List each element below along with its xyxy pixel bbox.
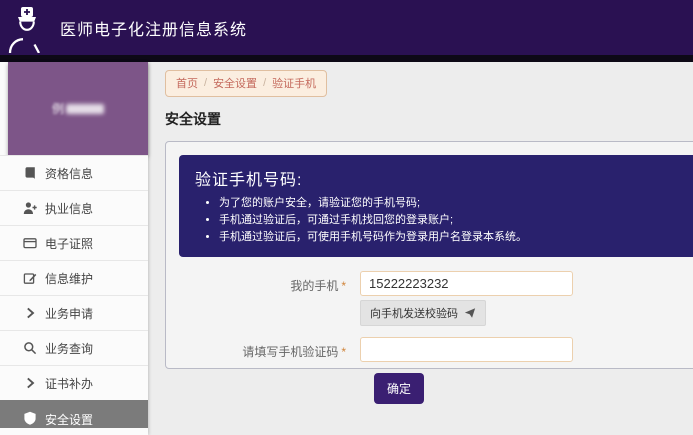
breadcrumb-separator: /: [263, 77, 266, 89]
sidebar-item-label: 资格信息: [45, 165, 93, 182]
code-label: 请填写手机验证码*: [179, 337, 360, 362]
notice-bullet: 手机通过验证后，可通过手机找回您的登录账户;: [219, 212, 693, 229]
notice-bullet: 为了您的账户安全，请验证您的手机号码;: [219, 195, 693, 212]
chevron-right-icon: [23, 306, 37, 320]
notice-title: 验证手机号码:: [195, 166, 693, 190]
sidebar-menu: 资格信息执业信息电子证照信息维护业务申请业务查询证书补办安全设置: [0, 155, 148, 428]
sidebar-item-label: 业务查询: [45, 340, 93, 357]
send-code-label: 向手机发送校验码: [370, 305, 458, 321]
sidebar-item-1[interactable]: 资格信息: [0, 155, 148, 190]
phone-input[interactable]: [360, 271, 573, 296]
book-icon: [23, 166, 37, 180]
sidebar-item-8[interactable]: 安全设置: [0, 400, 148, 428]
security-settings-card: 验证手机号码: 为了您的账户安全，请验证您的手机号码;手机通过验证后，可通过手机…: [165, 141, 693, 369]
required-asterisk: *: [341, 279, 346, 293]
notice-list: 为了您的账户安全，请验证您的手机号码;手机通过验证后，可通过手机找回您的登录账户…: [203, 195, 693, 246]
chevron-right-icon: [23, 376, 37, 390]
verify-phone-notice: 验证手机号码: 为了您的账户安全，请验证您的手机号码;手机通过验证后，可通过手机…: [179, 155, 693, 257]
sidebar-item-label: 安全设置: [45, 411, 93, 428]
sidebar-item-2[interactable]: 执业信息: [0, 190, 148, 225]
sidebar-item-3[interactable]: 电子证照: [0, 225, 148, 260]
sidebar-item-label: 业务申请: [45, 305, 93, 322]
shield-icon: [23, 411, 37, 425]
user-plus-icon: [23, 201, 37, 215]
sidebar-item-7[interactable]: 证书补办: [0, 365, 148, 400]
sidebar-item-6[interactable]: 业务查询: [0, 330, 148, 365]
edit-icon: [23, 271, 37, 285]
user-name: 例: [52, 100, 64, 117]
sidebar-item-4[interactable]: 信息维护: [0, 260, 148, 295]
app-header: 医师电子化注册信息系统: [0, 0, 693, 55]
code-input[interactable]: [360, 337, 573, 362]
breadcrumb: 首页 / 安全设置 / 验证手机: [165, 70, 327, 97]
sidebar-item-label: 电子证照: [45, 235, 93, 252]
main-content: 首页 / 安全设置 / 验证手机 安全设置 验证手机号码: 为了您的账户安全，请验证您的…: [148, 62, 693, 435]
breadcrumb-separator: /: [204, 77, 207, 89]
user-name-redacted: [66, 104, 104, 114]
sidebar-item-5[interactable]: 业务申请: [0, 295, 148, 330]
send-code-button[interactable]: 向手机发送校验码: [360, 300, 486, 326]
phone-label: 我的手机*: [179, 271, 360, 326]
breadcrumb-item-1[interactable]: 首页: [176, 75, 198, 91]
breadcrumb-item-3[interactable]: 验证手机: [272, 75, 316, 91]
search-icon: [23, 341, 37, 355]
app-title: 医师电子化注册信息系统: [60, 16, 247, 40]
verify-phone-form: 我的手机* 向手机发送校验码 请填写手机验证码*: [179, 271, 693, 404]
sidebar: 例 资格信息执业信息电子证照信息维护业务申请业务查询证书补办安全设置: [0, 62, 148, 435]
id-card-icon: [23, 236, 37, 250]
sidebar-item-label: 执业信息: [45, 200, 93, 217]
page-title: 安全设置: [165, 109, 693, 129]
breadcrumb-item-2[interactable]: 安全设置: [213, 75, 257, 91]
sidebar-item-label: 信息维护: [45, 270, 93, 287]
doctor-logo-icon: [7, 6, 47, 53]
confirm-button[interactable]: 确定: [374, 373, 424, 404]
header-divider: [0, 55, 693, 62]
notice-bullet: 手机通过验证后，可使用手机号码作为登录用户名登录本系统。: [219, 229, 693, 246]
sidebar-item-label: 证书补办: [45, 375, 93, 392]
paper-plane-icon: [464, 307, 476, 319]
user-panel: 例: [8, 62, 148, 155]
required-asterisk: *: [341, 345, 346, 359]
